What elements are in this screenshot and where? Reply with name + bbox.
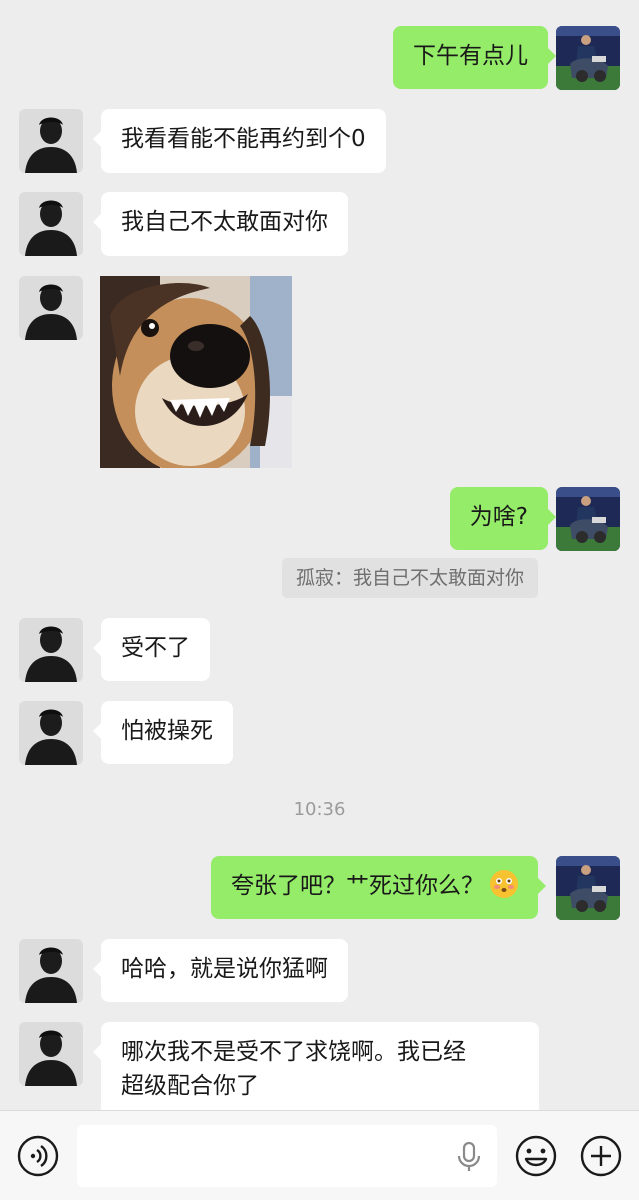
message-text: 哈哈，就是说你猛啊 xyxy=(121,956,328,982)
message-text: 受不了 xyxy=(121,635,190,661)
message-bubble[interactable]: 夸张了吧？艹死过你么？ xyxy=(211,856,546,919)
mic-icon[interactable] xyxy=(455,1141,483,1173)
contact-avatar[interactable] xyxy=(19,939,83,1003)
contact-avatar[interactable] xyxy=(19,276,83,340)
quote-text: 孤寂：我自己不太敢面对你 xyxy=(295,567,524,589)
voice-icon[interactable] xyxy=(17,1135,59,1177)
message-bubble[interactable]: 我自己不太敢面对你 xyxy=(93,192,348,256)
message-bubble[interactable]: 下午有点儿 xyxy=(393,26,556,89)
message-text: 怕被操死 xyxy=(121,718,213,744)
message-bubble[interactable]: 受不了 xyxy=(93,618,210,681)
contact-avatar[interactable] xyxy=(19,109,83,173)
input-bar xyxy=(0,1110,639,1200)
contact-avatar[interactable] xyxy=(19,192,83,256)
message-text-line: 哪次我不是受不了求饶啊。我已经 xyxy=(121,1039,466,1065)
my-avatar[interactable] xyxy=(556,26,620,90)
contact-avatar[interactable] xyxy=(19,1022,83,1086)
contact-avatar[interactable] xyxy=(19,701,83,765)
chat-area[interactable]: 下午有点儿 我看看能不能再约到个0 我自己不太敢面对你 为啥? 孤寂：我自己不太… xyxy=(0,0,639,1110)
dog-photo[interactable] xyxy=(100,276,292,468)
message-text: 我自己不太敢面对你 xyxy=(121,209,328,235)
message-bubble[interactable]: 我看看能不能再约到个0 xyxy=(93,109,386,173)
message-text: 下午有点儿 xyxy=(413,43,528,69)
timestamp: 10:36 xyxy=(293,799,346,820)
emoji-icon[interactable] xyxy=(515,1135,557,1177)
message-text: 夸张了吧？艹死过你么？ xyxy=(231,873,484,899)
quoted-message[interactable]: 孤寂：我自己不太敢面对你 xyxy=(281,558,538,598)
message-text-line: 超级配合你了 xyxy=(121,1073,259,1099)
message-text: 为啥? xyxy=(469,504,528,530)
message-text: 我看看能不能再约到个0 xyxy=(121,126,366,152)
message-bubble[interactable]: 为啥? xyxy=(449,487,557,550)
my-avatar[interactable] xyxy=(556,487,620,551)
message-bubble[interactable]: 怕被操死 xyxy=(93,701,233,764)
message-bubble[interactable]: 哈哈，就是说你猛啊 xyxy=(93,939,348,1002)
flushed-face-emoji xyxy=(490,870,518,898)
plus-icon[interactable] xyxy=(580,1135,622,1177)
message-bubble[interactable]: 哪次我不是受不了求饶啊。我已经 超级配合你了 xyxy=(93,1022,539,1110)
message-input[interactable] xyxy=(77,1125,497,1187)
contact-avatar[interactable] xyxy=(19,618,83,682)
my-avatar[interactable] xyxy=(556,856,620,920)
